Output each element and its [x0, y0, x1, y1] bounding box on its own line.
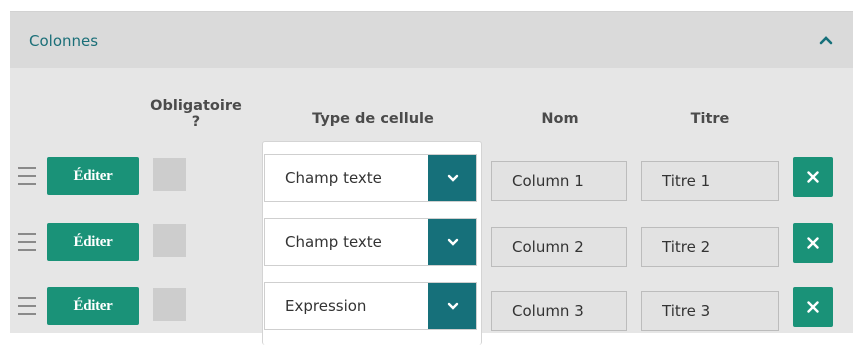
dropdown-button[interactable]	[428, 219, 476, 265]
dropdown-button[interactable]	[428, 155, 476, 201]
cell-type-value: Champ texte	[285, 233, 382, 251]
column-header-cell-type: Type de cellule	[312, 111, 434, 127]
title-input[interactable]	[641, 161, 779, 201]
column-header-name: Nom	[541, 111, 579, 127]
chevron-down-icon	[447, 302, 459, 310]
chevron-up-icon[interactable]	[818, 34, 834, 46]
drag-handle-icon[interactable]	[18, 231, 36, 253]
panel-title: Colonnes	[29, 32, 99, 50]
cell-type-select[interactable]: Expression	[264, 282, 477, 330]
required-checkbox[interactable]	[153, 224, 186, 257]
chevron-down-icon	[447, 174, 459, 182]
chevron-down-icon	[447, 238, 459, 246]
close-icon	[807, 237, 819, 249]
columns-panel: Colonnes Obligatoire ? Type de cellule N…	[10, 11, 853, 345]
drag-handle-icon[interactable]	[18, 295, 36, 317]
delete-button[interactable]	[793, 223, 833, 263]
edit-button[interactable]: Éditer	[47, 157, 139, 195]
required-checkbox[interactable]	[153, 288, 186, 321]
column-header-required: Obligatoire ?	[150, 98, 242, 130]
delete-button[interactable]	[793, 287, 833, 327]
cell-type-select[interactable]: Champ texte	[264, 154, 477, 202]
cell-type-value: Champ texte	[285, 169, 382, 187]
name-input[interactable]	[491, 227, 627, 267]
close-icon	[807, 171, 819, 183]
panel-header[interactable]: Colonnes	[10, 12, 853, 68]
title-input[interactable]	[641, 291, 779, 331]
column-header-title: Titre	[690, 111, 730, 127]
drag-handle-icon[interactable]	[18, 165, 36, 187]
name-input[interactable]	[491, 161, 627, 201]
title-input[interactable]	[641, 227, 779, 267]
required-checkbox[interactable]	[153, 158, 186, 191]
edit-button[interactable]: Éditer	[47, 287, 139, 325]
close-icon	[807, 301, 819, 313]
dropdown-button[interactable]	[428, 283, 476, 329]
cell-type-value: Expression	[285, 297, 367, 315]
edit-button[interactable]: Éditer	[47, 223, 139, 261]
cell-type-select[interactable]: Champ texte	[264, 218, 477, 266]
delete-button[interactable]	[793, 157, 833, 197]
name-input[interactable]	[491, 291, 627, 331]
